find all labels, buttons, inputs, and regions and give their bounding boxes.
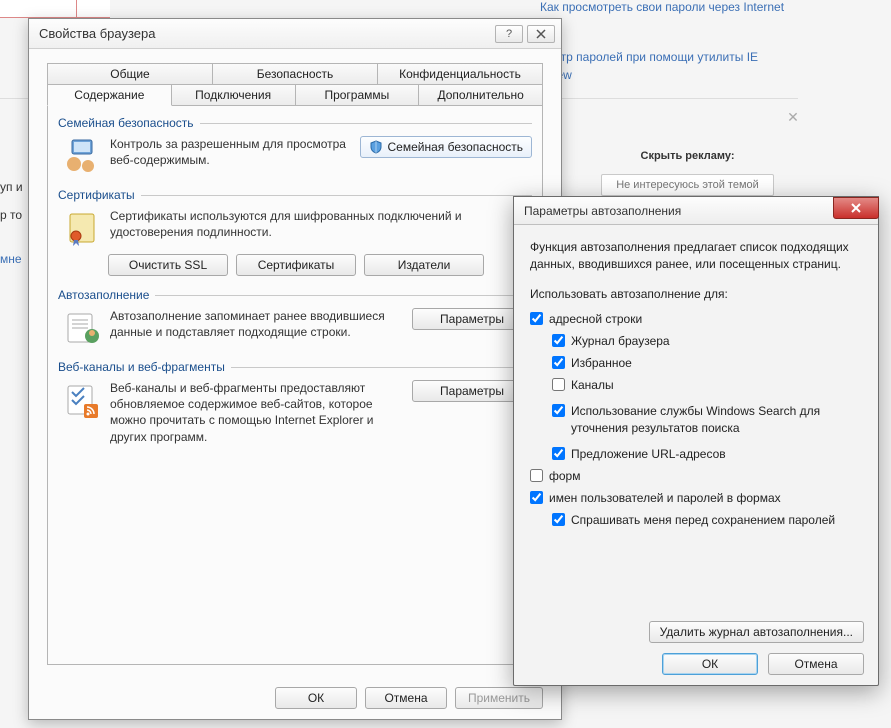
checkbox[interactable] — [552, 404, 565, 417]
checkbox-label: Каналы — [571, 377, 614, 393]
close-button[interactable] — [527, 25, 555, 43]
check-usernames-passwords: имен пользователей и паролей в формах — [530, 490, 862, 506]
tab-panel-content: Семейная безопасность Контрол — [47, 105, 543, 665]
family-safety-button[interactable]: Семейная безопасность — [360, 136, 532, 158]
clear-ssl-button[interactable]: Очистить SSL — [108, 254, 228, 276]
dialog-footer: Удалить журнал автозаполнения... ОК Отме… — [514, 611, 878, 685]
bg-sidebar-links: Как просмотреть свои пароли через Intern… — [540, 0, 784, 100]
shield-icon — [369, 140, 383, 154]
group-text: Веб-каналы и веб-фрагменты предоставляют… — [110, 380, 412, 445]
autofill-use-label: Использовать автозаполнение для: — [530, 287, 862, 301]
dialog-title: Свойства браузера — [39, 26, 491, 41]
dialog-titlebar: Параметры автозаполнения — [514, 197, 878, 225]
tab-advanced[interactable]: Дополнительно — [418, 84, 543, 106]
checkbox[interactable] — [552, 378, 565, 391]
bg-link[interactable]: Как просмотреть свои пароли через Intern… — [540, 0, 784, 14]
checkbox-label: Использование службы Windows Search для … — [571, 403, 862, 435]
checkbox[interactable] — [530, 491, 543, 504]
group-title: Семейная безопасность — [58, 116, 194, 130]
delete-autofill-history-button[interactable]: Удалить журнал автозаполнения... — [649, 621, 864, 643]
check-windows-search: Использование службы Windows Search для … — [552, 403, 862, 435]
check-favorites: Избранное — [552, 355, 862, 371]
cancel-button[interactable]: Отмена — [365, 687, 447, 709]
feeds-icon — [62, 380, 102, 420]
group-title: Сертификаты — [58, 188, 135, 202]
bg-hide-ad-label: Скрыть рекламу: — [641, 150, 735, 162]
close-icon — [535, 29, 547, 39]
bg-link[interactable]: orer — [540, 18, 784, 32]
check-ask-before-save: Спрашивать меня перед сохранением пароле… — [552, 512, 862, 528]
group-autofill: Автозаполнение — [58, 288, 532, 348]
ok-button[interactable]: ОК — [662, 653, 758, 675]
checkbox[interactable] — [552, 447, 565, 460]
group-feeds: Веб-каналы и веб-фрагменты — [58, 360, 532, 445]
check-forms: форм — [530, 468, 862, 484]
tab-privacy[interactable]: Конфиденциальность — [377, 63, 543, 84]
checkbox-label: Журнал браузера — [571, 333, 670, 349]
publishers-button[interactable]: Издатели — [364, 254, 484, 276]
checkbox-label: Избранное — [571, 355, 632, 371]
tab-strip: Общие Безопасность Конфиденциальность Со… — [47, 63, 543, 665]
group-certificates: Сертификаты Сертификаты используются для… — [58, 188, 532, 276]
checkbox[interactable] — [552, 334, 565, 347]
close-button[interactable] — [833, 197, 879, 219]
bg-hide-ad: Скрыть рекламу: Не интересуюсь этой темо… — [580, 148, 795, 196]
autofill-description: Функция автозаполнения предлагает список… — [530, 239, 862, 273]
checkbox-label: адресной строки — [549, 311, 642, 327]
group-text: Автозаполнение запоминает ранее вводивши… — [110, 308, 412, 340]
group-family-safety: Семейная безопасность Контрол — [58, 116, 532, 176]
ok-button[interactable]: ОК — [275, 687, 357, 709]
help-button[interactable]: ? — [495, 25, 523, 43]
group-text: Контроль за разрешенным для просмотра ве… — [110, 136, 360, 168]
tab-connections[interactable]: Подключения — [171, 84, 296, 106]
tab-programs[interactable]: Программы — [295, 84, 420, 106]
checkbox-label: Предложение URL-адресов — [571, 446, 726, 462]
autofill-icon — [62, 308, 102, 348]
dialog-titlebar: Свойства браузера ? — [29, 19, 561, 49]
browser-properties-dialog: Свойства браузера ? Общие Безопасность К… — [28, 18, 562, 720]
certificate-icon — [62, 208, 102, 248]
check-url-suggest: Предложение URL-адресов — [552, 446, 862, 462]
group-title: Веб-каналы и веб-фрагменты — [58, 360, 225, 374]
bg-link[interactable]: sView — [540, 68, 784, 82]
bg-close-ad-icon[interactable]: ✕ — [786, 110, 800, 124]
apply-button[interactable]: Применить — [455, 687, 543, 709]
check-history: Журнал браузера — [552, 333, 862, 349]
checkbox[interactable] — [552, 356, 565, 369]
checkbox-label: форм — [549, 468, 580, 484]
autofill-settings-dialog: Параметры автозаполнения Функция автозап… — [513, 196, 879, 686]
checkbox-label: имен пользователей и паролей в формах — [549, 490, 781, 506]
bg-top-fragment — [0, 0, 110, 18]
group-text: Сертификаты используются для шифрованных… — [110, 208, 532, 240]
certificates-button[interactable]: Сертификаты — [236, 254, 356, 276]
dialog-footer: ОК Отмена Применить — [29, 677, 561, 719]
dialog-title: Параметры автозаполнения — [524, 204, 833, 218]
checkbox[interactable] — [530, 469, 543, 482]
tab-general[interactable]: Общие — [47, 63, 213, 84]
close-icon — [849, 202, 863, 214]
tab-security[interactable]: Безопасность — [212, 63, 378, 84]
tab-content[interactable]: Содержание — [47, 84, 172, 106]
bg-hide-ad-button[interactable]: Не интересуюсь этой темой — [601, 174, 774, 196]
family-safety-icon — [62, 136, 102, 176]
checkbox[interactable] — [552, 513, 565, 526]
checkbox-label: Спрашивать меня перед сохранением пароле… — [571, 512, 835, 528]
group-title: Автозаполнение — [58, 288, 149, 302]
check-address-bar: адресной строки — [530, 311, 862, 327]
bg-left-fragment: уп и р то мне — [0, 180, 23, 280]
bg-link[interactable]: смотр паролей при помощи утилиты IE — [540, 50, 784, 64]
cancel-button[interactable]: Отмена — [768, 653, 864, 675]
checkbox[interactable] — [530, 312, 543, 325]
check-channels: Каналы — [552, 377, 862, 393]
